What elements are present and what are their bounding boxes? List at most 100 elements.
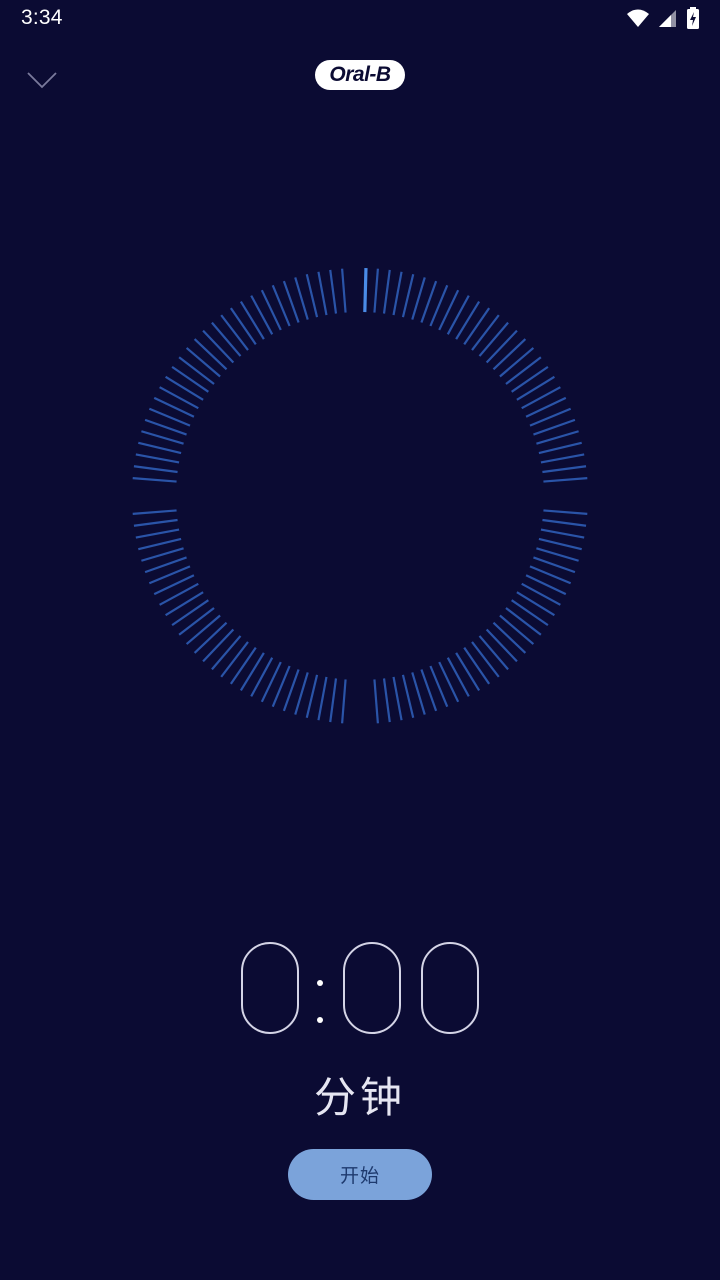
ring-tick — [185, 347, 221, 378]
ring-tick — [455, 301, 481, 340]
ring-tick — [185, 614, 221, 645]
ring-tick — [492, 338, 527, 371]
ring-tick — [294, 672, 309, 715]
timer-digit-seconds-tens: 0 — [343, 942, 401, 1034]
ring-tick — [505, 607, 542, 636]
ring-tick — [540, 528, 585, 539]
ring-tick — [141, 547, 184, 562]
status-time: 3:34 — [21, 6, 63, 29]
ring-tick — [229, 647, 257, 685]
ring-tick — [401, 274, 415, 318]
ring-tick — [538, 537, 582, 551]
ring-tick — [250, 657, 274, 697]
ring-tick — [373, 268, 379, 313]
logo-text: Oral-B — [329, 63, 391, 86]
ring-tick — [463, 307, 491, 345]
ring-tick — [521, 582, 561, 606]
ring-tick — [133, 518, 178, 527]
ring-tick — [536, 430, 579, 445]
ring-tick — [141, 430, 184, 445]
timer-digit-seconds-ones: 0 — [421, 942, 479, 1034]
ring-tick — [471, 314, 500, 351]
start-button[interactable]: 开始 — [288, 1149, 432, 1200]
ring-tick — [202, 628, 235, 663]
ring-tick — [193, 338, 228, 371]
ring-tick — [138, 441, 182, 455]
ring-tick — [159, 582, 199, 606]
colon-dot-top — [317, 980, 323, 986]
ring-tick — [305, 274, 319, 318]
ring-tick — [538, 441, 582, 455]
ring-tick — [542, 518, 587, 527]
collapse-button[interactable] — [22, 60, 62, 96]
ring-tick — [478, 635, 509, 671]
ring-tick — [485, 329, 518, 364]
colon-dot-bottom — [317, 1017, 323, 1023]
ring-tick — [178, 607, 215, 636]
ring-tick — [229, 307, 257, 345]
cellular-signal-icon — [658, 6, 678, 30]
timer-digit-minutes: 0 — [241, 942, 299, 1034]
ring-tick — [521, 386, 561, 410]
ring-tick — [171, 365, 209, 393]
ring-tick — [341, 679, 347, 724]
ring-tick — [516, 591, 555, 617]
ring-tick — [159, 386, 199, 410]
ring-tick — [499, 347, 535, 378]
ring-tick — [317, 271, 328, 316]
ring-tick — [239, 652, 265, 691]
ring-tick — [543, 477, 588, 483]
ring-tick — [317, 676, 328, 721]
ring-tick — [239, 301, 265, 340]
ring-tick — [392, 271, 403, 316]
status-icons — [626, 6, 700, 30]
ring-tick — [133, 465, 178, 474]
ring-tick — [492, 621, 527, 654]
ring-tick — [471, 641, 500, 678]
ring-tick — [220, 641, 249, 678]
ring-tick — [411, 672, 426, 715]
start-button-label: 开始 — [339, 1165, 380, 1187]
ring-tick — [132, 509, 177, 515]
chevron-down-icon — [27, 72, 57, 89]
ring-tick — [132, 477, 177, 483]
ring-tick — [516, 375, 555, 401]
ring-tick — [511, 365, 549, 393]
ring-tick — [165, 591, 204, 617]
ring-tick — [305, 674, 319, 718]
ring-tick — [536, 547, 579, 562]
ring-tick — [294, 277, 309, 320]
timer-unit-label: 分钟 — [313, 1073, 406, 1122]
ring-tick — [478, 321, 509, 357]
ring-tick — [171, 599, 209, 627]
ring-tick — [446, 657, 470, 697]
ring-tick — [463, 647, 491, 685]
ring-tick — [165, 375, 204, 401]
oral-b-logo: Oral-B — [315, 60, 405, 90]
status-bar: 3:34 — [0, 0, 720, 38]
battery-charging-icon — [686, 6, 700, 30]
ring-tick — [392, 676, 403, 721]
ring-tick — [135, 528, 180, 539]
ring-tick — [511, 599, 549, 627]
ring-tick — [499, 614, 535, 645]
ring-tick — [382, 269, 391, 314]
timer-display: 0 0 0 — [0, 940, 720, 1040]
wifi-icon — [626, 6, 650, 30]
ring-tick — [401, 674, 415, 718]
ring-tick — [250, 295, 274, 335]
ring-tick — [202, 329, 235, 364]
ring-tick — [373, 679, 379, 724]
ring-tick — [220, 314, 249, 351]
ring-tick — [455, 652, 481, 691]
ring-tick — [193, 621, 228, 654]
ring-tick — [211, 321, 242, 357]
ring-tick — [211, 635, 242, 671]
ring-tick — [540, 453, 585, 464]
ring-tick — [329, 269, 338, 314]
ring-tick — [329, 678, 338, 723]
progress-ring — [132, 268, 588, 724]
header: Oral-B — [0, 50, 720, 106]
ring-tick — [382, 678, 391, 723]
ring-tick — [543, 509, 588, 515]
